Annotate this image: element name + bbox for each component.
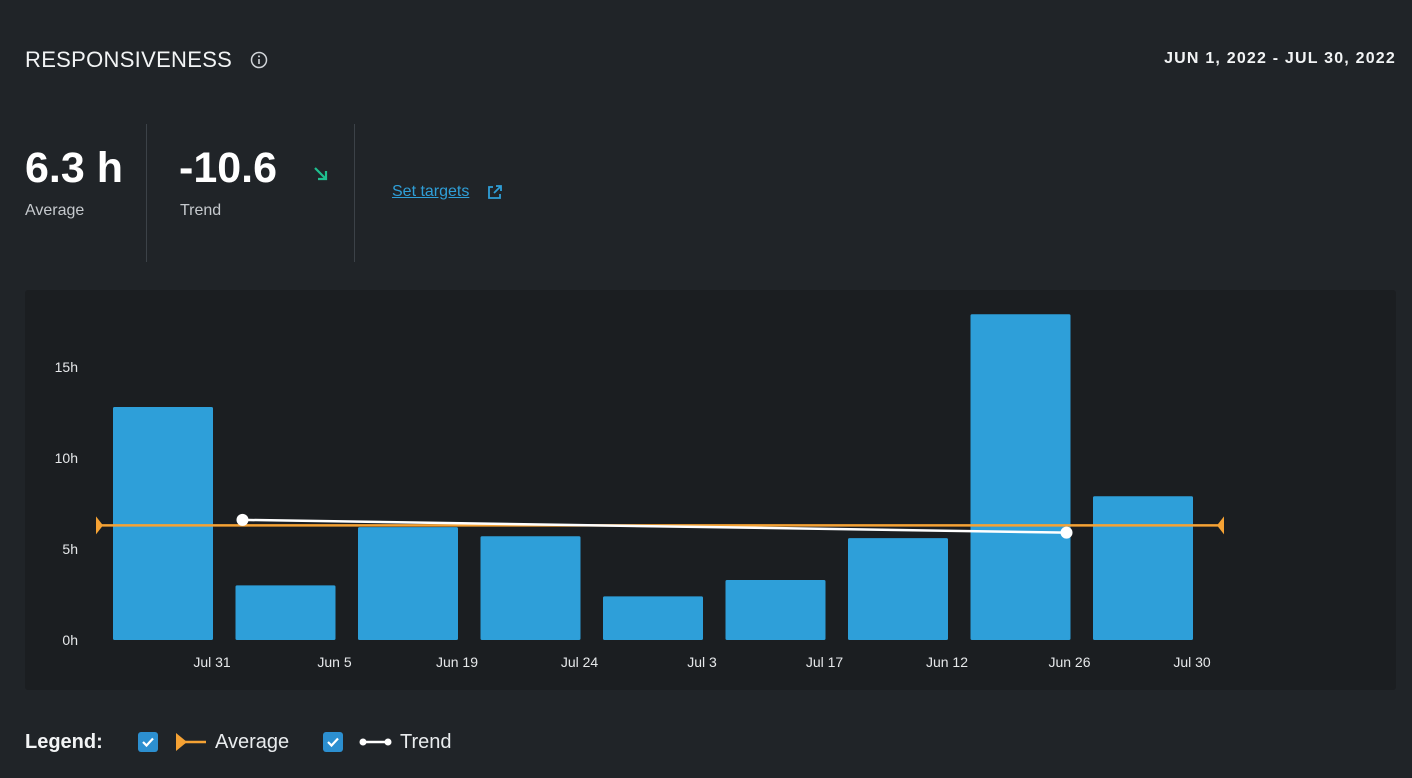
bar — [358, 527, 458, 640]
responsiveness-chart: 0h 5h 10h 15h Jul 31 Jun 5 Jun 19 Jul 24 Jul 3 Ju… — [55, 314, 1224, 670]
average-line-icon — [176, 733, 206, 751]
legend-label-average: Average — [215, 731, 290, 753]
trend-checkbox[interactable] — [323, 732, 343, 752]
y-tick-label: 0h — [62, 632, 78, 648]
x-tick-label: Jul 30 — [1173, 654, 1211, 670]
average-marker — [1217, 516, 1224, 535]
bar — [235, 585, 336, 640]
responsiveness-widget: RESPONSIVENESS JUN 1, 2022 - JUL 30, 202… — [0, 0, 1412, 778]
x-tick-label: Jul 17 — [806, 654, 844, 670]
stat-divider — [354, 124, 355, 262]
average-label: Average — [25, 202, 85, 219]
bar — [970, 314, 1071, 640]
bar — [603, 596, 703, 640]
checkmark-icon — [142, 737, 154, 748]
trend-point — [236, 513, 249, 526]
trend-label: Trend — [180, 202, 222, 219]
chart-panel: 0h 5h 10h 15h Jul 31 Jun 5 Jun 19 Jul 24 Jul 3 Ju… — [25, 290, 1396, 690]
trend-line-icon — [359, 738, 392, 746]
y-tick-label: 15h — [55, 359, 78, 375]
page-title: RESPONSIVENESS — [25, 47, 233, 72]
bar — [480, 536, 581, 640]
average-marker — [96, 516, 103, 535]
x-tick-label: Jul 24 — [561, 654, 599, 670]
x-tick-label: Jun 12 — [926, 654, 968, 670]
average-value: 6.3 h — [25, 144, 123, 192]
external-link-icon[interactable] — [486, 184, 503, 201]
trend-down-arrow-icon — [314, 167, 328, 181]
bar — [848, 538, 948, 640]
legend-label-trend: Trend — [400, 731, 452, 753]
y-tick-label: 10h — [55, 450, 78, 466]
x-tick-label: Jun 26 — [1048, 654, 1090, 670]
info-icon[interactable] — [250, 51, 268, 69]
x-tick-label: Jun 5 — [317, 654, 351, 670]
bar — [1093, 496, 1193, 640]
legend-title: Legend: — [25, 731, 103, 753]
x-tick-label: Jun 19 — [436, 654, 478, 670]
x-tick-label: Jul 3 — [687, 654, 717, 670]
bar — [725, 579, 826, 640]
average-checkbox[interactable] — [138, 732, 158, 752]
trend-value: -10.6 — [179, 144, 278, 192]
stat-divider — [146, 124, 147, 262]
checkmark-icon — [327, 737, 339, 748]
y-tick-label: 5h — [62, 541, 78, 557]
trend-point — [1060, 526, 1073, 539]
set-targets-link[interactable]: Set targets — [392, 183, 469, 201]
date-range[interactable]: JUN 1, 2022 - JUL 30, 2022 — [1164, 50, 1396, 68]
x-tick-label: Jul 31 — [193, 654, 231, 670]
bar — [113, 407, 213, 640]
